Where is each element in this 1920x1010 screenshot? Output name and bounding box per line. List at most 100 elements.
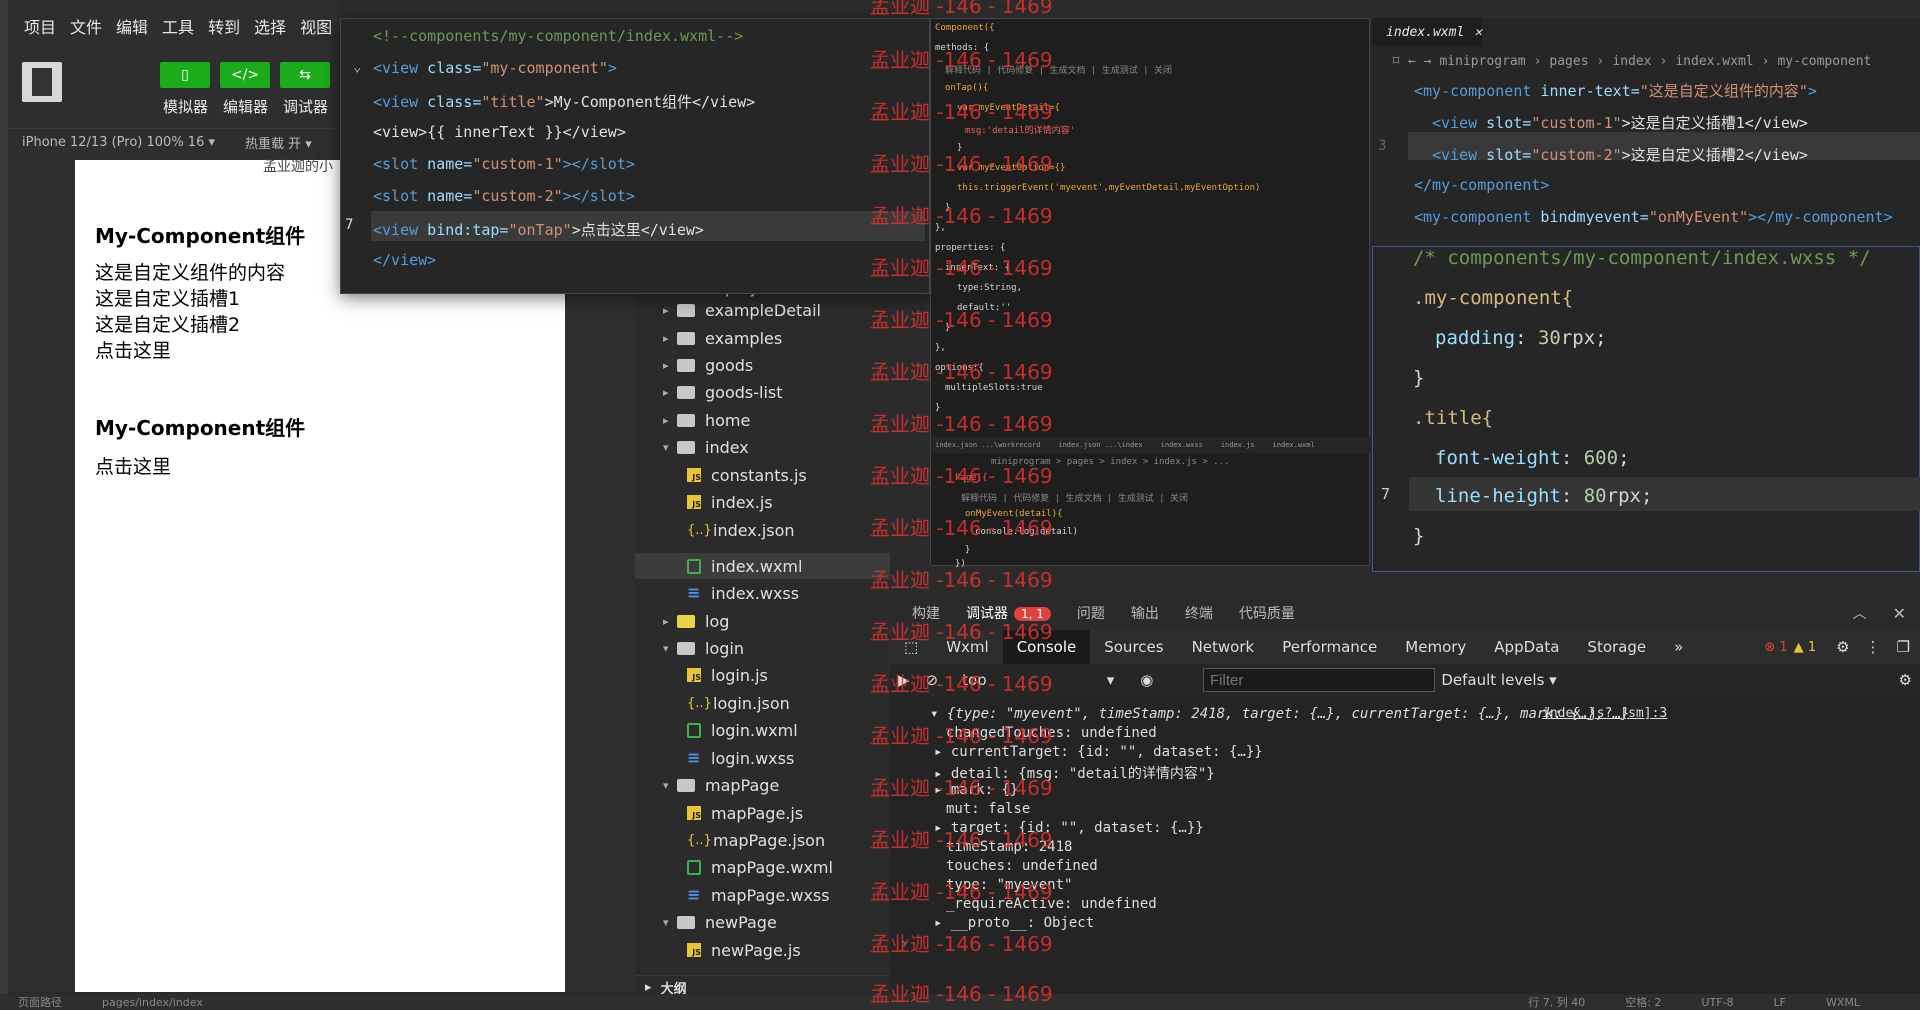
indent-setting[interactable]: 空格: 2 (1625, 994, 1661, 1010)
tree-file[interactable]: JS constants.js (687, 462, 807, 488)
tree-file[interactable]: login.wxml (687, 717, 798, 743)
tree-file[interactable]: {..} index.json (687, 517, 795, 543)
tree-folder[interactable]: ▸ home (663, 407, 750, 433)
tree-folder[interactable]: ▸ examples (663, 325, 782, 351)
code-line: <view class="my-component"> (373, 59, 617, 77)
back-arrow-icon[interactable]: ← (1408, 54, 1416, 69)
tree-folder-open[interactable]: ▾ newPage (663, 909, 777, 935)
tab-code-quality[interactable]: 代码质量 (1239, 603, 1295, 623)
eye-icon[interactable]: ◉ (1140, 671, 1153, 689)
codelens-actions: 解释代码 | 代码修复 | 生成文档 | 生成测试 | 关闭 (961, 494, 1189, 504)
more-tabs-icon[interactable]: » (1660, 630, 1697, 664)
log-levels-select[interactable]: Default levels ▾ (1441, 671, 1556, 689)
menu-goto[interactable]: 转到 (208, 14, 240, 38)
watermark: 孟业迦 -146 - 1469 (870, 360, 1053, 384)
wxml-file-icon (687, 859, 701, 875)
mini-tab: index.js (1220, 441, 1255, 449)
fold-chevron-icon[interactable]: ⌄ (353, 59, 361, 75)
console-prop: touches: undefined (946, 858, 1098, 874)
tree-file[interactable]: ≡ mapPage.wxss (687, 882, 830, 908)
breadcrumb-item[interactable]: index (1612, 54, 1651, 69)
line-number: 7 (345, 217, 354, 233)
code-icon: </> (230, 67, 260, 83)
dropdown-arrow-icon[interactable]: ▾ (1107, 671, 1115, 689)
close-icon[interactable]: ✕ (1474, 25, 1482, 40)
tab-sources[interactable]: Sources (1090, 630, 1177, 664)
menu-edit[interactable]: 编辑 (116, 14, 148, 38)
tree-folder[interactable]: ▸ goods-list (663, 379, 783, 405)
watermark: 孟业迦 -146 - 1469 (870, 724, 1053, 748)
code-line: } (1413, 525, 1425, 547)
forward-arrow-icon[interactable]: → (1424, 54, 1432, 69)
page-path[interactable]: pages/index/index (102, 996, 203, 1009)
cursor-position[interactable]: 行 7, 列 40 (1528, 994, 1585, 1010)
wxml-file-icon (687, 558, 701, 574)
bookmark-icon[interactable]: ⌑ (1392, 54, 1400, 69)
watermark: 孟业迦 -146 - 1469 (870, 204, 1053, 228)
tree-folder[interactable]: ▸ goods (663, 352, 753, 378)
tab-memory[interactable]: Memory (1391, 630, 1480, 664)
mini-editor-tabs: index.json ...\workrecord index.json ...… (931, 437, 1371, 453)
tree-file[interactable]: ≡ login.wxss (687, 745, 794, 771)
tree-file[interactable]: {..} mapPage.json (687, 827, 825, 853)
menu-project[interactable]: 项目 (24, 14, 56, 38)
breadcrumb-item[interactable]: index.wxml (1675, 54, 1753, 69)
editor-toggle-button[interactable]: </> (220, 62, 270, 88)
breadcrumb-item[interactable]: miniprogram (1439, 54, 1525, 69)
close-icon[interactable]: ✕ (1893, 604, 1906, 623)
tab-terminal[interactable]: 终端 (1185, 603, 1213, 623)
menu-file[interactable]: 文件 (70, 14, 102, 38)
simulator-toggle-button[interactable]: ▯ (160, 62, 210, 88)
menu-view[interactable]: 视图 (300, 14, 332, 38)
hot-reload-toggle[interactable]: 热重载 开 ▾ (245, 133, 312, 152)
folder-open-icon (677, 915, 695, 929)
folder-open-icon (677, 440, 695, 454)
tree-file[interactable]: {..} login.json (687, 690, 790, 716)
source-link[interactable]: index.js? [sm]:3 (1542, 706, 1667, 721)
line-ending[interactable]: LF (1774, 996, 1786, 1009)
tree-folder[interactable]: ▸ log (663, 608, 729, 634)
chevron-up-icon[interactable]: ︿ (1853, 603, 1867, 623)
tap-here-link-2[interactable]: 点击这里 (95, 452, 171, 479)
gear-icon[interactable]: ⚙ (1836, 638, 1849, 656)
error-count[interactable]: ⊗ 1 (1764, 640, 1787, 655)
console-filter-input[interactable] (1203, 668, 1435, 692)
more-options-icon[interactable]: ⋮ (1866, 638, 1881, 656)
tree-file[interactable]: JS login.js (687, 662, 768, 688)
tree-folder[interactable]: ▸ exampleDetail (663, 297, 821, 323)
tap-here-link[interactable]: 点击这里 (95, 336, 171, 363)
tab-problems[interactable]: 问题 (1077, 603, 1105, 623)
warning-count[interactable]: ▲ 1 (1794, 640, 1816, 655)
device-select[interactable]: iPhone 12/13 (Pro) 100% 16 ▾ (22, 135, 215, 150)
tree-file[interactable]: JS index.js (687, 489, 773, 515)
avatar[interactable] (22, 62, 62, 102)
tree-folder-open[interactable]: ▾ index (663, 434, 749, 460)
tree-file[interactable]: JS newPage.js (687, 937, 801, 963)
tab-performance[interactable]: Performance (1268, 630, 1391, 664)
tab-output[interactable]: 输出 (1131, 603, 1159, 623)
tab-index-wxml[interactable]: index.wxml ✕ (1372, 18, 1482, 46)
tree-folder-open[interactable]: ▾ mapPage (663, 772, 779, 798)
breadcrumb-item[interactable]: pages (1549, 54, 1588, 69)
tree-file[interactable]: JS mapPage.js (687, 800, 803, 826)
tree-file-selected[interactable]: index.wxml (687, 553, 802, 579)
encoding[interactable]: UTF-8 (1701, 996, 1733, 1009)
menu-tools[interactable]: 工具 (162, 14, 194, 38)
js-file-icon: JS (687, 943, 701, 957)
tree-file[interactable]: ≡ index.wxss (687, 580, 799, 606)
tree-folder-open[interactable]: ▾ login (663, 635, 744, 661)
js-file-icon: JS (687, 495, 701, 509)
dock-icon[interactable]: ❐ (1897, 638, 1910, 656)
breadcrumb-item[interactable]: my-component (1777, 54, 1871, 69)
tab-network[interactable]: Network (1178, 630, 1269, 664)
gear-icon[interactable]: ⚙ (1899, 671, 1912, 689)
menu-select[interactable]: 选择 (254, 14, 286, 38)
language-mode[interactable]: WXML (1826, 996, 1860, 1009)
tab-appdata[interactable]: AppData (1480, 630, 1573, 664)
tab-storage[interactable]: Storage (1573, 630, 1660, 664)
debugger-toggle-button[interactable]: ⇆ (280, 62, 330, 88)
tree-file[interactable]: mapPage.wxml (687, 854, 833, 880)
window-edge (0, 0, 8, 1010)
editor-label: 编辑器 (223, 98, 269, 116)
code-line: <view>{{ innerText }}</view> (373, 123, 626, 141)
